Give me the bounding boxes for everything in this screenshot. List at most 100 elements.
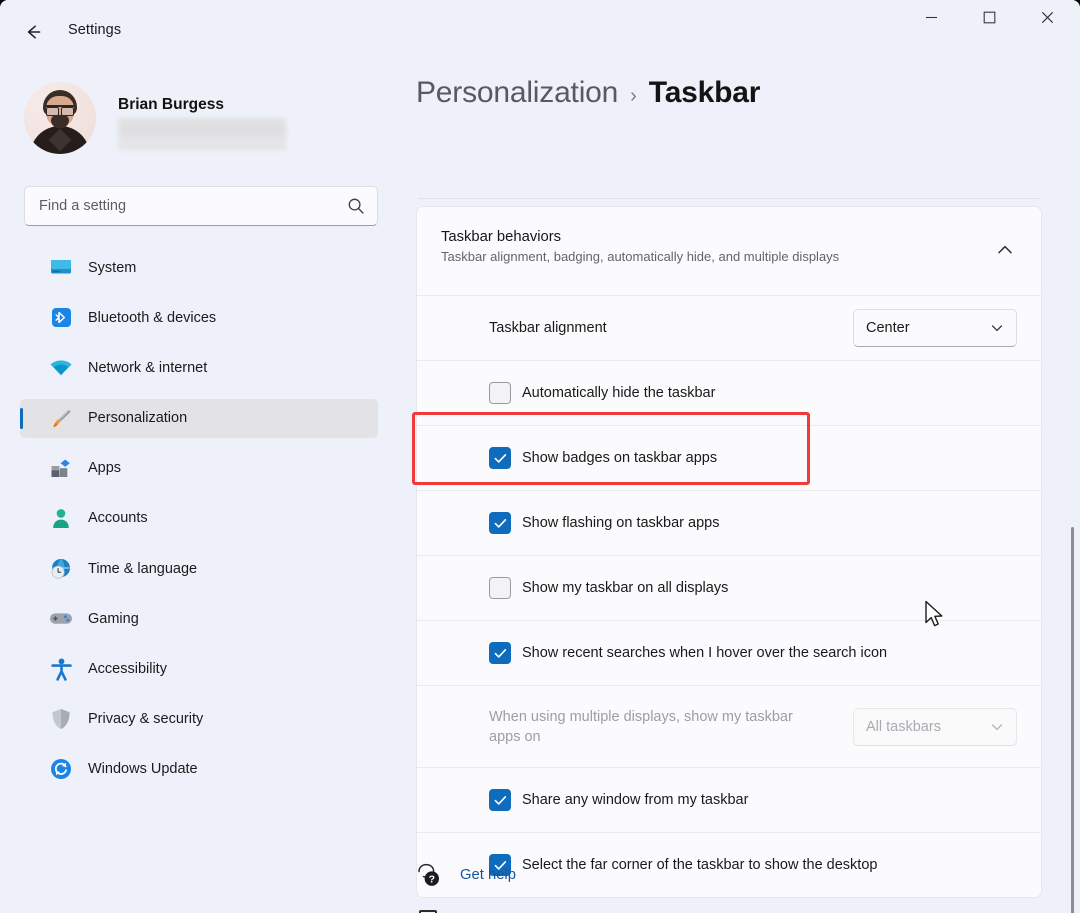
vertical-scrollbar[interactable] — [1069, 72, 1077, 908]
row-label: Automatically hide the taskbar — [522, 385, 715, 401]
sidebar: Brian Burgess System — [0, 64, 398, 913]
sidebar-item-personalization[interactable]: Personalization — [20, 399, 378, 438]
row-label: Show recent searches when I hover over t… — [522, 645, 887, 661]
checkbox-show-flashing[interactable] — [489, 512, 511, 534]
apps-icon — [48, 456, 74, 480]
row-multiple-displays-apps: When using multiple displays, show my ta… — [417, 685, 1041, 767]
checkmark-icon — [494, 453, 507, 464]
gamepad-icon — [48, 607, 74, 631]
back-arrow-icon — [22, 21, 44, 43]
breadcrumb: Personalization › Taskbar — [416, 76, 760, 110]
sidebar-item-label: Bluetooth & devices — [88, 310, 216, 326]
shield-icon — [48, 707, 74, 731]
title-bar: Settings — [0, 0, 1080, 64]
row-label: Show flashing on taskbar apps — [522, 515, 720, 531]
checkbox-show-taskbar-all-displays[interactable] — [489, 577, 511, 599]
close-button[interactable] — [1024, 0, 1070, 34]
sidebar-item-time-language[interactable]: Time & language — [20, 549, 378, 588]
monitor-icon — [48, 256, 74, 280]
taskbar-alignment-dropdown[interactable]: Center — [853, 309, 1017, 347]
checkbox-show-recent-searches[interactable] — [489, 642, 511, 664]
settings-window: Settings — [0, 0, 1080, 913]
sidebar-item-gaming[interactable]: Gaming — [20, 599, 378, 638]
breadcrumb-separator: › — [630, 85, 637, 108]
sidebar-item-apps[interactable]: Apps — [20, 449, 378, 488]
sidebar-item-label: Time & language — [88, 561, 197, 577]
sidebar-item-label: Privacy & security — [88, 711, 203, 727]
dropdown-value: Center — [866, 320, 990, 336]
row-share-any-window[interactable]: Share any window from my taskbar — [417, 767, 1041, 832]
svg-text:?: ? — [429, 873, 435, 885]
paintbrush-icon — [48, 406, 74, 430]
sidebar-item-accounts[interactable]: Accounts — [20, 499, 378, 538]
multiple-displays-dropdown[interactable]: All taskbars — [853, 708, 1017, 746]
get-help-link[interactable]: ? Get help — [416, 860, 516, 890]
chevron-down-icon — [990, 321, 1004, 335]
close-icon — [1041, 11, 1054, 24]
row-label: Taskbar alignment — [489, 318, 607, 338]
row-show-recent-searches[interactable]: Show recent searches when I hover over t… — [417, 620, 1041, 685]
checkbox-share-any-window[interactable] — [489, 789, 511, 811]
card-subtitle: Taskbar alignment, badging, automaticall… — [441, 249, 1041, 264]
sidebar-item-accessibility[interactable]: Accessibility — [20, 650, 378, 689]
page-title: Taskbar — [649, 76, 760, 110]
accessibility-icon — [48, 657, 74, 681]
sidebar-item-label: Gaming — [88, 611, 139, 627]
sidebar-item-privacy-security[interactable]: Privacy & security — [20, 700, 378, 739]
back-button[interactable] — [16, 16, 50, 48]
sidebar-item-bluetooth-devices[interactable]: Bluetooth & devices — [20, 298, 378, 337]
row-label: Share any window from my taskbar — [522, 792, 748, 808]
wifi-icon — [48, 356, 74, 380]
maximize-button[interactable] — [966, 0, 1012, 34]
app-title: Settings — [68, 22, 121, 38]
account-name: Brian Burgess — [118, 96, 224, 114]
sidebar-item-label: Apps — [88, 460, 121, 476]
checkbox-show-badges[interactable] — [489, 447, 511, 469]
checkbox-auto-hide-taskbar[interactable] — [489, 382, 511, 404]
chevron-down-icon — [990, 720, 1004, 734]
sidebar-item-system[interactable]: System — [20, 248, 378, 287]
scrollbar-thumb[interactable] — [1071, 527, 1074, 913]
row-label: Select the far corner of the taskbar to … — [522, 857, 877, 873]
account-block[interactable]: Brian Burgess — [24, 76, 384, 162]
row-auto-hide-taskbar[interactable]: Automatically hide the taskbar — [417, 360, 1041, 425]
sidebar-item-label: Network & internet — [88, 360, 207, 376]
account-email-redacted — [118, 118, 286, 150]
checkmark-icon — [494, 648, 507, 659]
sidebar-item-label: Windows Update — [88, 761, 198, 777]
sidebar-item-windows-update[interactable]: Windows Update — [20, 750, 378, 789]
row-taskbar-alignment: Taskbar alignment Center — [417, 295, 1041, 360]
row-show-flashing[interactable]: Show flashing on taskbar apps — [417, 490, 1041, 555]
sidebar-item-label: System — [88, 260, 136, 276]
avatar — [24, 82, 96, 154]
sidebar-item-label: Accounts — [88, 510, 148, 526]
dropdown-value: All taskbars — [866, 719, 990, 735]
update-icon — [48, 757, 74, 781]
card-header[interactable]: Taskbar behaviors Taskbar alignment, bad… — [417, 207, 1041, 295]
row-label: Show badges on taskbar apps — [522, 450, 717, 466]
clock-globe-icon — [48, 557, 74, 581]
person-icon — [48, 506, 74, 530]
search-icon — [347, 197, 365, 215]
checkmark-icon — [494, 795, 507, 806]
sidebar-item-label: Personalization — [88, 410, 187, 426]
mouse-pointer — [924, 600, 946, 630]
row-show-badges[interactable]: Show badges on taskbar apps — [417, 425, 1041, 490]
checkmark-icon — [494, 518, 507, 529]
breadcrumb-parent[interactable]: Personalization — [416, 76, 618, 110]
row-show-taskbar-all-displays[interactable]: Show my taskbar on all displays — [417, 555, 1041, 620]
main-content: Personalization › Taskbar Taskbar behavi… — [398, 64, 1080, 913]
taskbar-behaviors-card: Taskbar behaviors Taskbar alignment, bad… — [416, 206, 1042, 898]
search-input[interactable] — [39, 187, 329, 225]
minimize-icon — [925, 11, 938, 24]
bluetooth-icon — [48, 306, 74, 330]
search-box[interactable] — [24, 186, 378, 226]
sidebar-nav: System Bluetooth & devices — [0, 248, 398, 789]
card-title: Taskbar behaviors — [441, 229, 1041, 245]
minimize-button[interactable] — [908, 0, 954, 34]
sidebar-item-network-internet[interactable]: Network & internet — [20, 348, 378, 387]
row-label: Show my taskbar on all displays — [522, 580, 728, 596]
sidebar-item-label: Accessibility — [88, 661, 167, 677]
chevron-up-icon[interactable] — [989, 233, 1021, 265]
help-question-icon: ? — [416, 862, 442, 888]
